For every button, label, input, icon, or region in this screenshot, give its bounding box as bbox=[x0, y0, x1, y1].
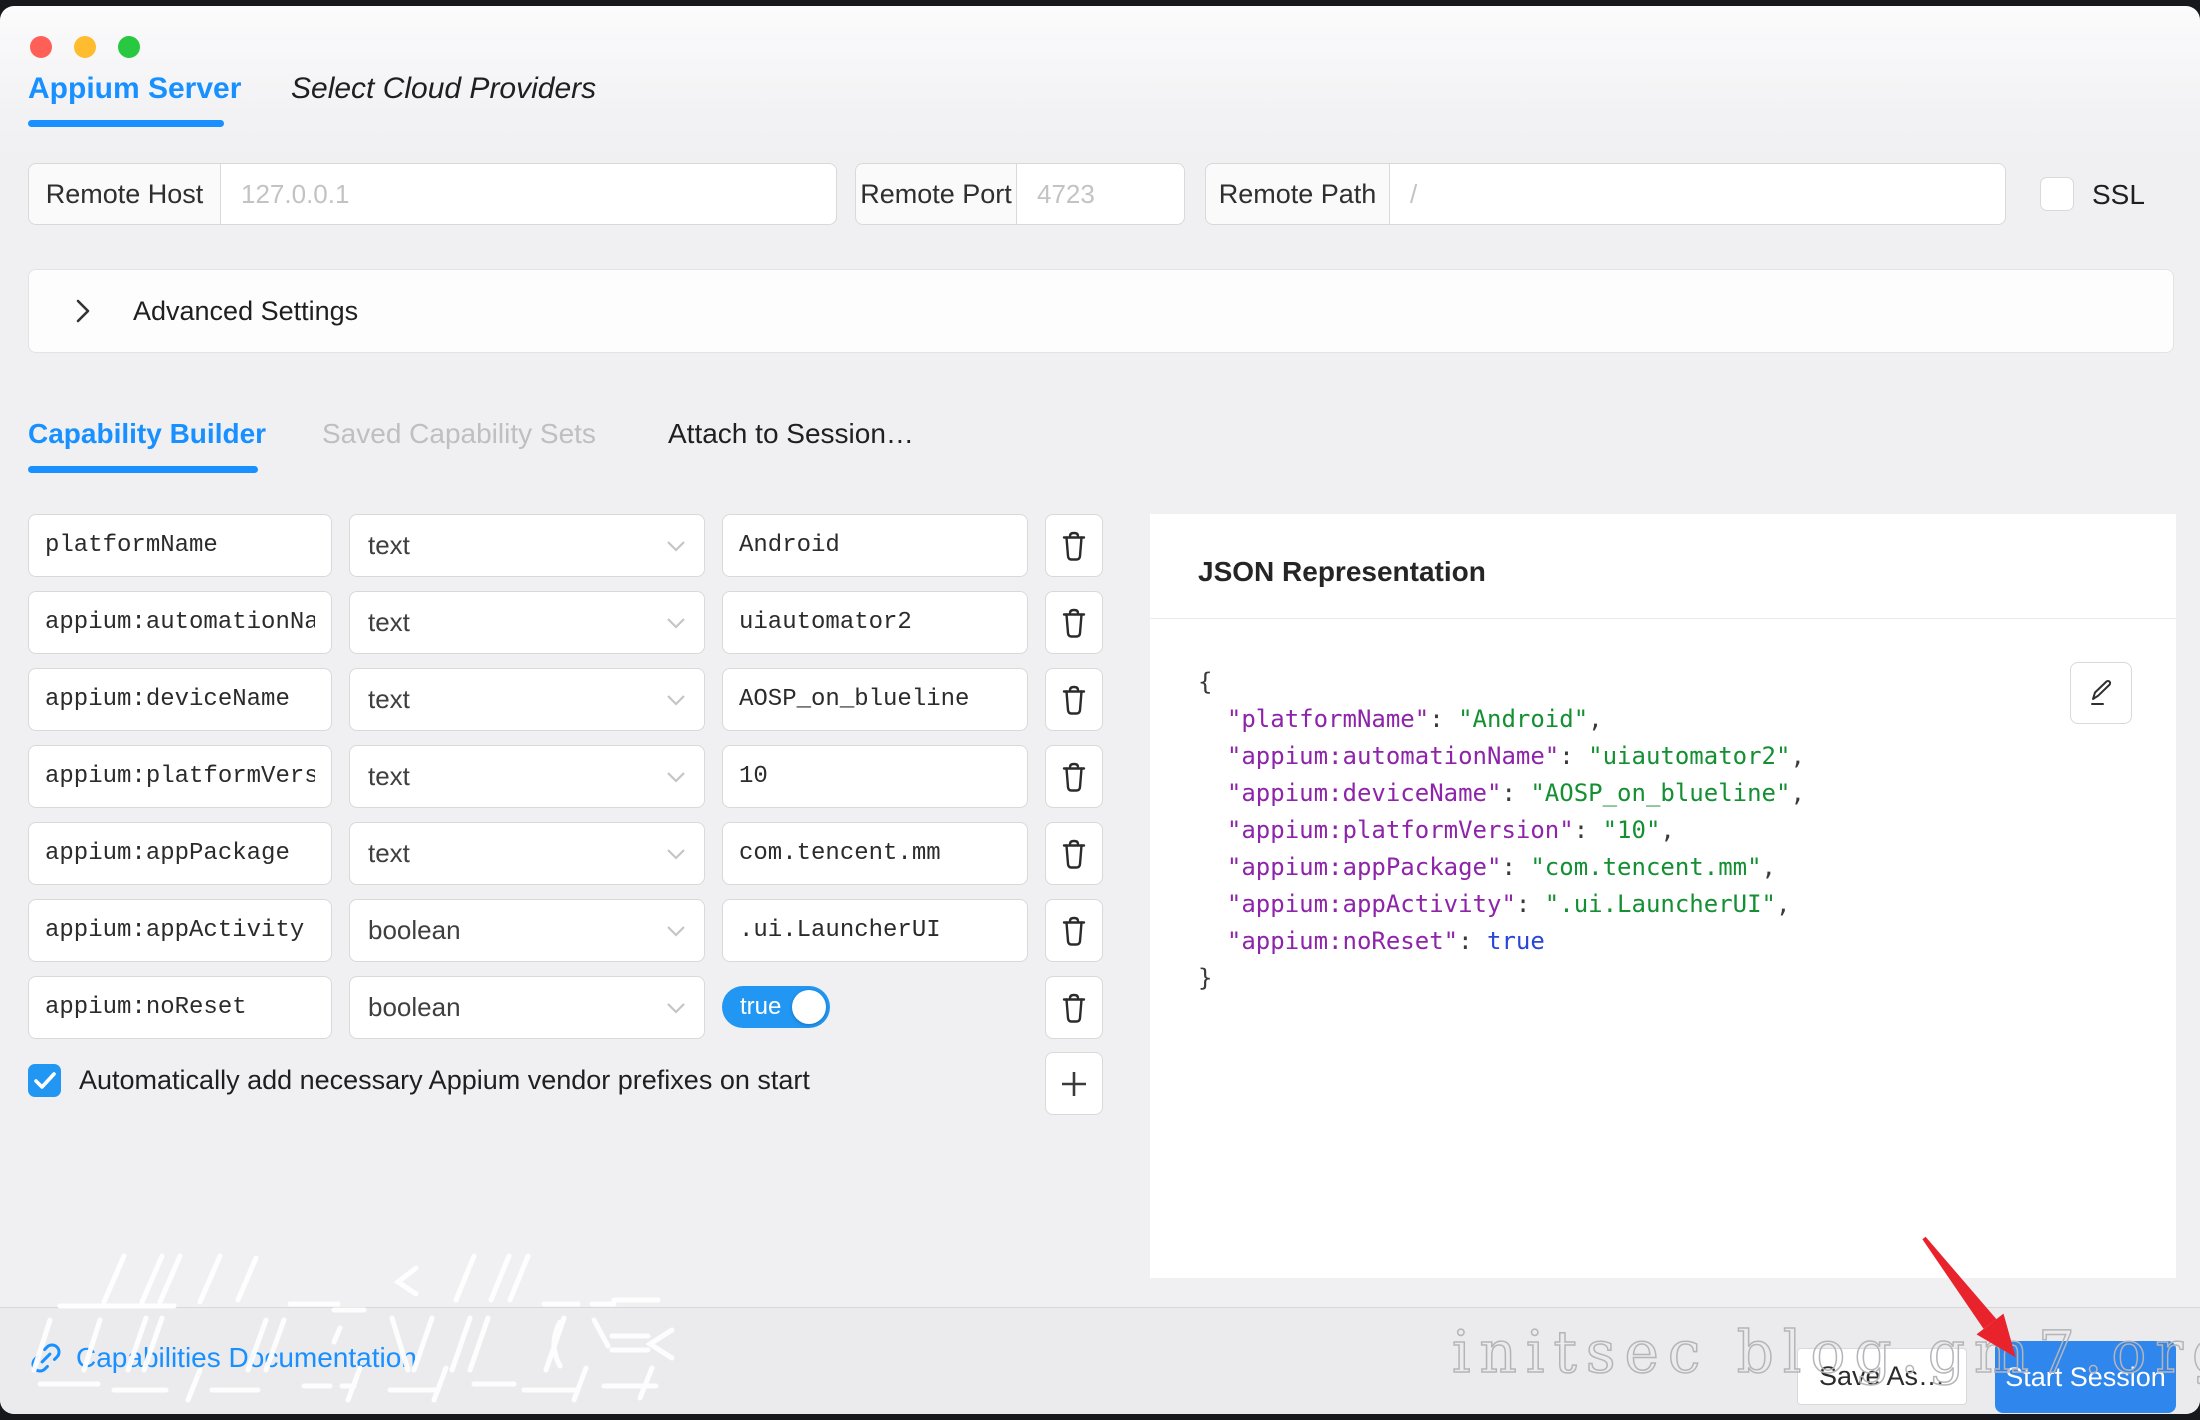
advanced-settings-label: Advanced Settings bbox=[133, 296, 358, 327]
capabilities-documentation-link[interactable]: Capabilities Documentation bbox=[28, 1340, 417, 1376]
close-window-icon[interactable] bbox=[30, 36, 52, 58]
ssl-checkbox[interactable] bbox=[2040, 177, 2074, 211]
tab-saved-capability-sets[interactable]: Saved Capability Sets bbox=[322, 418, 596, 450]
capability-name-input[interactable] bbox=[28, 822, 332, 885]
auto-prefix-row: Automatically add necessary Appium vendo… bbox=[28, 1064, 810, 1097]
save-as-button[interactable]: Save As… bbox=[1797, 1348, 1967, 1405]
capability-type-value: text bbox=[368, 838, 410, 869]
capability-type-value: boolean bbox=[368, 915, 461, 946]
delete-capability-button[interactable] bbox=[1045, 899, 1103, 962]
check-icon bbox=[34, 1072, 56, 1090]
trash-icon bbox=[1059, 760, 1089, 794]
delete-capability-button[interactable] bbox=[1045, 668, 1103, 731]
capability-value-input[interactable] bbox=[722, 822, 1028, 885]
maximize-window-icon[interactable] bbox=[118, 36, 140, 58]
chevron-down-icon bbox=[666, 771, 686, 783]
tab-appium-server[interactable]: Appium Server bbox=[28, 72, 241, 106]
capability-type-select[interactable]: text bbox=[349, 822, 705, 885]
delete-capability-button[interactable] bbox=[1045, 822, 1103, 885]
capability-type-select[interactable]: text bbox=[349, 591, 705, 654]
remote-path-input[interactable] bbox=[1390, 163, 2006, 225]
capabilities-documentation-label: Capabilities Documentation bbox=[76, 1342, 417, 1374]
capability-type-value: text bbox=[368, 607, 410, 638]
capability-value-input[interactable] bbox=[722, 899, 1028, 962]
chevron-right-icon bbox=[73, 296, 93, 326]
chevron-down-icon bbox=[666, 925, 686, 937]
tab-select-cloud-providers[interactable]: Select Cloud Providers bbox=[291, 72, 596, 106]
trash-icon bbox=[1059, 837, 1089, 871]
toggle-value-label: true bbox=[740, 993, 781, 1021]
pencil-icon bbox=[2085, 677, 2117, 709]
capability-type-select[interactable]: text bbox=[349, 668, 705, 731]
capability-name-input[interactable] bbox=[28, 899, 332, 962]
capability-name-input[interactable] bbox=[28, 591, 332, 654]
capability-grid: text text text text text boolean boolean true bbox=[28, 514, 1103, 1039]
capability-type-value: text bbox=[368, 530, 410, 561]
json-code: { "platformName": "Android", "appium:aut… bbox=[1198, 664, 1805, 997]
capability-type-select[interactable]: boolean bbox=[349, 976, 705, 1039]
capability-name-input[interactable] bbox=[28, 668, 332, 731]
chevron-down-icon bbox=[666, 848, 686, 860]
link-icon bbox=[28, 1340, 64, 1376]
capability-value-cell: true bbox=[722, 976, 1028, 1039]
minimize-window-icon[interactable] bbox=[74, 36, 96, 58]
chevron-down-icon bbox=[666, 694, 686, 706]
trash-icon bbox=[1059, 914, 1089, 948]
chevron-down-icon bbox=[666, 1002, 686, 1014]
chevron-down-icon bbox=[666, 540, 686, 552]
remote-host-input[interactable] bbox=[221, 163, 837, 225]
remote-host-label: Remote Host bbox=[28, 163, 221, 225]
delete-capability-button[interactable] bbox=[1045, 514, 1103, 577]
capability-type-value: text bbox=[368, 761, 410, 792]
json-panel-title: JSON Representation bbox=[1198, 556, 1486, 588]
capability-value-input[interactable] bbox=[722, 591, 1028, 654]
remote-host-group: Remote Host bbox=[28, 163, 837, 225]
app-window: Appium Server Select Cloud Providers Rem… bbox=[0, 6, 2200, 1414]
trash-icon bbox=[1059, 529, 1089, 563]
remote-path-label: Remote Path bbox=[1205, 163, 1390, 225]
footer: Capabilities Documentation Save As… Star… bbox=[0, 1307, 2200, 1414]
remote-port-group: Remote Port bbox=[855, 163, 1185, 225]
remote-path-group: Remote Path bbox=[1205, 163, 2006, 225]
active-builder-tab-underline bbox=[28, 466, 258, 473]
capability-name-input[interactable] bbox=[28, 976, 332, 1039]
capability-boolean-toggle[interactable]: true bbox=[722, 986, 830, 1028]
capability-value-input[interactable] bbox=[722, 745, 1028, 808]
ssl-label: SSL bbox=[2092, 179, 2145, 211]
delete-capability-button[interactable] bbox=[1045, 591, 1103, 654]
trash-icon bbox=[1059, 606, 1089, 640]
capability-type-select[interactable]: text bbox=[349, 514, 705, 577]
capability-type-select[interactable]: boolean bbox=[349, 899, 705, 962]
divider bbox=[1150, 618, 2176, 619]
add-capability-button[interactable] bbox=[1045, 1052, 1103, 1115]
auto-prefix-label: Automatically add necessary Appium vendo… bbox=[79, 1065, 810, 1096]
edit-json-button[interactable] bbox=[2070, 662, 2132, 724]
toggle-knob-icon bbox=[792, 990, 826, 1024]
auto-prefix-checkbox[interactable] bbox=[28, 1064, 61, 1097]
plus-icon bbox=[1059, 1069, 1089, 1099]
start-session-button[interactable]: Start Session bbox=[1995, 1341, 2176, 1413]
capability-type-select[interactable]: text bbox=[349, 745, 705, 808]
delete-capability-button[interactable] bbox=[1045, 745, 1103, 808]
delete-capability-button[interactable] bbox=[1045, 976, 1103, 1039]
trash-icon bbox=[1059, 683, 1089, 717]
capability-value-input[interactable] bbox=[722, 668, 1028, 731]
advanced-settings-panel[interactable]: Advanced Settings bbox=[28, 269, 2174, 353]
capability-type-value: text bbox=[368, 684, 410, 715]
active-tab-underline bbox=[28, 120, 224, 127]
capability-value-input[interactable] bbox=[722, 514, 1028, 577]
capability-name-input[interactable] bbox=[28, 514, 332, 577]
capability-name-input[interactable] bbox=[28, 745, 332, 808]
chevron-down-icon bbox=[666, 617, 686, 629]
capability-type-value: boolean bbox=[368, 992, 461, 1023]
trash-icon bbox=[1059, 991, 1089, 1025]
remote-port-label: Remote Port bbox=[855, 163, 1017, 225]
json-panel: JSON Representation { "platformName": "A… bbox=[1150, 514, 2176, 1278]
tab-capability-builder[interactable]: Capability Builder bbox=[28, 418, 266, 450]
remote-port-input[interactable] bbox=[1017, 163, 1185, 225]
tab-attach-to-session[interactable]: Attach to Session… bbox=[668, 418, 914, 450]
